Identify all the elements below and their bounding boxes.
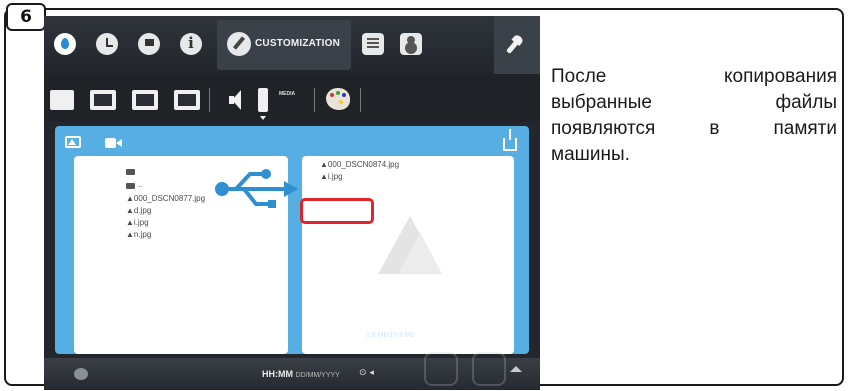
- list-item[interactable]: ..: [138, 180, 142, 189]
- list-item[interactable]: ▲000_DSCN0877.jpg: [126, 194, 205, 203]
- list-item[interactable]: ▲000_DSCN0874.jpg: [320, 160, 399, 169]
- status-clock: HH:MM DD/MM/YYYY: [262, 369, 340, 379]
- status-bar: HH:MM DD/MM/YYYY ⊙ ◂: [44, 352, 540, 390]
- info-icon[interactable]: [180, 33, 202, 55]
- top-tab-bar: CUSTOMIZATION: [44, 16, 540, 74]
- image-filter-icon[interactable]: [65, 136, 81, 148]
- display-icon[interactable]: [174, 90, 200, 110]
- palette-icon[interactable]: [326, 88, 350, 110]
- usb-stick-icon[interactable]: [258, 88, 268, 120]
- video-filter-icon[interactable]: [105, 138, 122, 148]
- flag-icon[interactable]: [138, 33, 160, 55]
- status-icons: ⊙ ◂: [359, 368, 374, 378]
- date-format: DD/MM/YYYY: [295, 372, 340, 379]
- machine-file-list: ▲000_DSCN0874.jpg ▲i.jpg: [302, 156, 514, 354]
- image-placeholder-icon: [398, 232, 442, 274]
- open-book-icon[interactable]: [90, 90, 116, 110]
- customization-toolbar: MEDIA: [44, 74, 540, 122]
- file-name: 000_DSCN0877.jpg: [133, 194, 206, 203]
- step-number-badge: 6: [6, 3, 46, 31]
- tab-customization[interactable]: CUSTOMIZATION: [217, 20, 351, 70]
- standby-icon[interactable]: [74, 368, 88, 380]
- file-name: i.jpg: [327, 172, 343, 181]
- media-label: MEDIA: [279, 91, 296, 97]
- toolbar-divider: [209, 88, 210, 112]
- menu-grid-icon[interactable]: [362, 33, 384, 55]
- list-item[interactable]: ▲i.jpg: [320, 172, 343, 181]
- time-format: HH:MM: [262, 369, 293, 379]
- toolbar-divider: [314, 88, 315, 112]
- list-item[interactable]: ▲n.jpg: [126, 230, 151, 239]
- usb-transfer-icon: [215, 169, 298, 208]
- speaker-icon[interactable]: [229, 90, 241, 110]
- description-line: После копирования: [551, 66, 837, 87]
- pen-icon: [227, 32, 251, 56]
- wrench-icon: [506, 40, 519, 54]
- water-drop-icon[interactable]: [54, 33, 76, 55]
- file-name: i.jpg: [133, 218, 149, 227]
- list-item[interactable]: ▲d.jpg: [126, 206, 151, 215]
- chevron-up-icon[interactable]: [510, 366, 522, 372]
- description-line: появляются в памяти: [551, 118, 837, 139]
- description-line: выбранные файлы: [551, 92, 837, 113]
- media-transfer-panel: .. ▲000_DSCN0877.jpg ▲d.jpg ▲i.jpg ▲n.jp…: [55, 126, 529, 354]
- folder-icon: [126, 183, 135, 189]
- file-name: 000_DSCN0874.jpg: [327, 160, 400, 169]
- file-name: n.jpg: [133, 230, 152, 239]
- folder-icon: [126, 169, 135, 175]
- slideshow-icon[interactable]: [132, 90, 158, 110]
- tab-settings[interactable]: [494, 16, 540, 74]
- user-profile-icon[interactable]: [400, 33, 422, 55]
- toolbar-divider: [360, 88, 361, 112]
- export-icon[interactable]: [503, 129, 517, 151]
- list-item[interactable]: ▲i.jpg: [126, 218, 149, 227]
- description-line: машины.: [551, 144, 630, 165]
- memory-capacity: 1.6 Mb/15.6 Mb: [366, 332, 415, 339]
- cup-icon: [472, 352, 506, 386]
- book-icon[interactable]: [50, 90, 74, 110]
- tab-customization-label: CUSTOMIZATION: [255, 38, 341, 49]
- file-name: d.jpg: [133, 206, 152, 215]
- cup-icon: [424, 352, 458, 386]
- clock-icon[interactable]: [96, 33, 118, 55]
- device-screen: CUSTOMIZATION MEDIA .. ▲000_DSCN0877.jpg: [44, 16, 540, 390]
- copied-file-highlight: [300, 198, 374, 224]
- step-description: После копирования выбранные файлы появля…: [551, 64, 837, 168]
